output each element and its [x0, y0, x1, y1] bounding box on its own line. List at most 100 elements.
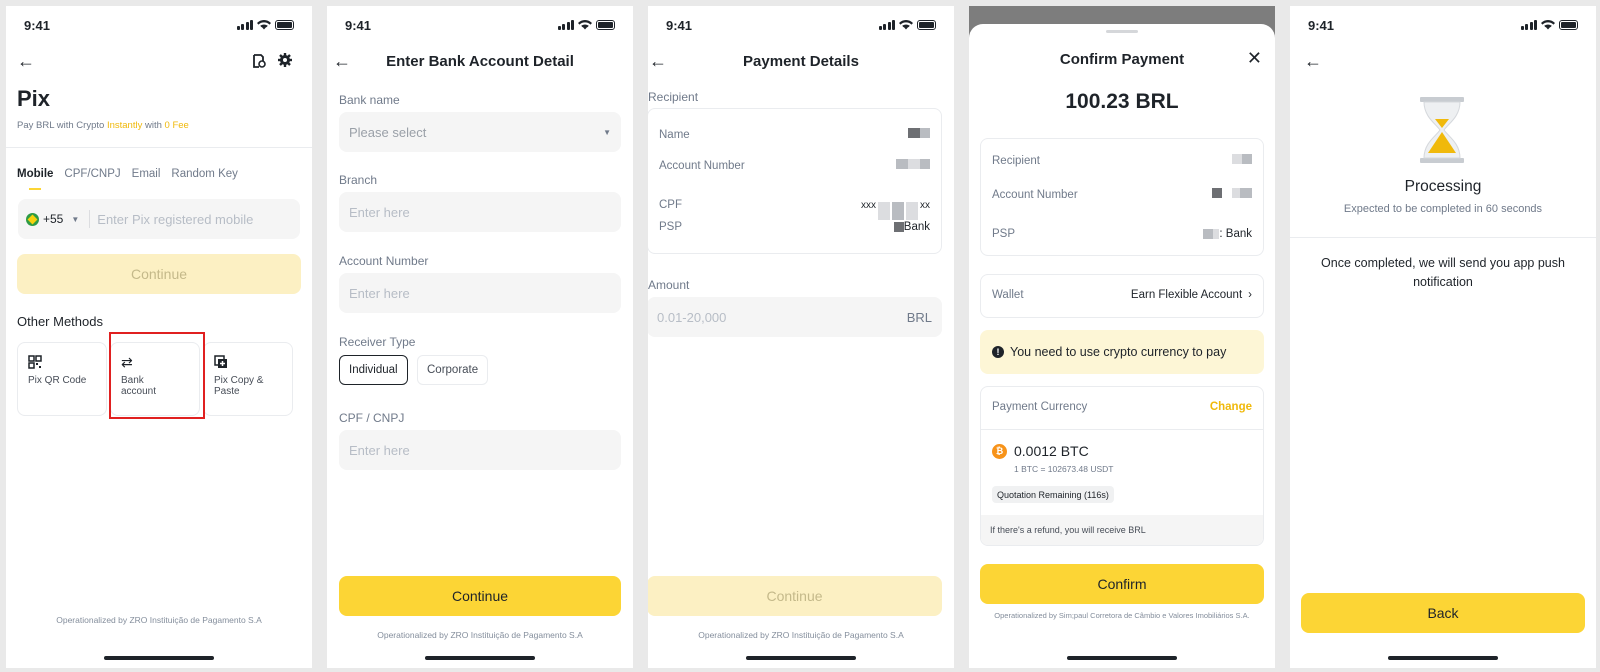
subtitle-text-mid: with — [142, 120, 165, 131]
home-indicator — [1067, 656, 1177, 660]
mobile-input-group: +55 ▼ Enter Pix registered mobile — [18, 199, 300, 239]
cpf-row: CPF xxx xx — [659, 190, 930, 220]
continue-button[interactable]: Continue — [339, 576, 621, 616]
continue-button[interactable]: Continue — [17, 254, 301, 294]
close-icon[interactable]: ✕ — [1247, 48, 1262, 69]
bank-name-value: Please select — [349, 124, 427, 140]
quotation-badge: Quotation Remaining (116s) — [992, 486, 1114, 503]
country-code[interactable]: +55 — [43, 212, 63, 226]
name-value-redacted — [908, 128, 930, 141]
payment-amount: 100.23 BRL — [1065, 90, 1179, 113]
tab-cpf-cnpj[interactable]: CPF/CNPJ — [64, 168, 120, 180]
tab-email[interactable]: Email — [132, 168, 161, 180]
psp-value-text: : Bank — [1219, 228, 1252, 240]
recipient-label: Recipient — [992, 154, 1040, 167]
status-time: 9:41 — [345, 18, 372, 33]
back-arrow-icon[interactable]: ← — [17, 52, 35, 70]
wallet-value-text: Earn Flexible Account — [1130, 289, 1243, 301]
subtitle-text: Pay BRL with Crypto — [17, 120, 107, 131]
other-methods-title: Other Methods — [17, 314, 103, 329]
chevron-right-icon: › — [1248, 289, 1252, 301]
brazil-flag-icon — [26, 212, 39, 226]
status-icons — [236, 19, 294, 30]
account-number-value-redacted — [1212, 188, 1252, 201]
back-arrow-icon[interactable]: ← — [1304, 52, 1322, 70]
home-indicator — [746, 656, 856, 660]
continue-button[interactable]: Continue — [648, 576, 942, 616]
receiver-corporate-option[interactable]: Corporate — [417, 355, 489, 385]
signal-icon — [236, 20, 253, 30]
amount-input[interactable]: 0.01-20,000 BRL — [648, 297, 942, 337]
confirm-button[interactable]: Confirm — [980, 564, 1264, 604]
cpf-suffix: xx — [920, 199, 930, 211]
sheet-handle[interactable] — [1106, 30, 1138, 33]
bank-name-select[interactable]: Please select ▼ — [339, 112, 621, 152]
bank-name-label: Bank name — [339, 93, 400, 107]
psp-label: PSP — [659, 221, 683, 233]
back-button[interactable]: Back — [1301, 593, 1585, 633]
amount-placeholder: 0.01-20,000 — [657, 309, 727, 325]
page-title: Payment Details — [743, 53, 859, 70]
bitcoin-icon: ₿ — [992, 443, 1007, 459]
tab-mobile[interactable]: Mobile — [17, 168, 53, 180]
cpf-cnpj-input[interactable]: Enter here — [339, 430, 621, 470]
warning-banner: ! You need to use crypto currency to pay — [980, 330, 1264, 374]
confirm-payment-screen: Confirm Payment ✕ 100.23 BRL Recipient A… — [969, 6, 1275, 668]
status-icons — [878, 19, 936, 30]
divider — [6, 147, 312, 148]
copy-add-icon — [214, 355, 227, 368]
history-doc-icon[interactable] — [252, 54, 266, 68]
branch-input[interactable]: Enter here — [339, 192, 621, 232]
name-row: Name — [659, 128, 930, 141]
settings-gear-icon[interactable] — [278, 53, 292, 67]
cpf-label: CPF — [659, 199, 682, 211]
home-indicator — [425, 656, 535, 660]
account-number-label: Account Number — [992, 188, 1078, 201]
receiver-type-label: Receiver Type — [339, 335, 416, 349]
tab-random-key[interactable]: Random Key — [171, 168, 237, 180]
status-subtitle: Expected to be completed in 60 seconds — [1343, 203, 1543, 215]
recipient-value-redacted — [1232, 154, 1252, 167]
pix-screen: 9:41 ← Pix Pay BRL with Crypto Instantly… — [6, 6, 312, 668]
account-number-input[interactable]: Enter here — [339, 273, 621, 313]
footer-note: Operationalized by ZRO Instituição de Pa… — [377, 630, 583, 640]
footer-note: Operationalized by ZRO Instituição de Pa… — [698, 630, 904, 640]
account-number-row: Account Number — [992, 188, 1252, 201]
payment-details-screen: 9:41 ← Payment Details Recipient Name Ac… — [648, 6, 954, 668]
crypto-amount-row: ₿ 0.0012 BTC — [992, 443, 1089, 459]
cpf-value: xxx xx — [861, 190, 930, 220]
crypto-amount: 0.0012 BTC — [1014, 443, 1089, 459]
sheet-title: Confirm Payment — [1059, 51, 1185, 68]
signal-icon — [557, 20, 574, 30]
completion-message: Once completed, we will send you app pus… — [1321, 256, 1565, 289]
home-indicator — [104, 656, 214, 660]
wifi-icon — [257, 20, 271, 30]
processing-screen: 9:41 ← Processing Expected to be complet… — [1290, 6, 1596, 668]
method-pix-qr-code[interactable]: Pix QR Code — [17, 342, 107, 416]
change-link[interactable]: Change — [1210, 401, 1252, 413]
battery-icon — [275, 20, 294, 30]
page-title: Pix — [17, 86, 51, 111]
method-label: Pix QR Code — [28, 375, 87, 386]
psp-label: PSP — [992, 228, 1016, 240]
exchange-rate: 1 BTC = 102673.48 USDT — [1014, 464, 1114, 474]
footer-note: Operationalized by Sim;paul Corretora de… — [994, 611, 1250, 620]
cpf-cnpj-label: CPF / CNPJ — [339, 411, 405, 425]
chevron-down-icon[interactable]: ▼ — [71, 215, 79, 224]
account-number-row: Account Number — [659, 159, 930, 172]
cpf-prefix: xxx — [861, 199, 876, 211]
status-time: 9:41 — [24, 18, 51, 33]
chevron-down-icon: ▼ — [603, 127, 611, 137]
hourglass-icon — [1420, 97, 1464, 163]
account-number-label: Account Number — [339, 254, 429, 268]
account-number-label: Account Number — [659, 159, 745, 172]
psp-row: PSP Bank — [659, 221, 930, 233]
receiver-individual-option[interactable]: Individual — [339, 355, 408, 385]
amount-currency: BRL — [906, 309, 932, 325]
mobile-input[interactable]: Enter Pix registered mobile — [97, 212, 253, 227]
payment-currency-row: Payment Currency Change — [992, 401, 1252, 413]
method-pix-copy-paste[interactable]: Pix Copy & Paste — [203, 342, 293, 416]
wallet-card[interactable]: Wallet Earn Flexible Account › — [980, 274, 1264, 318]
tab-active-indicator — [29, 188, 41, 190]
highlight-box — [109, 332, 205, 419]
